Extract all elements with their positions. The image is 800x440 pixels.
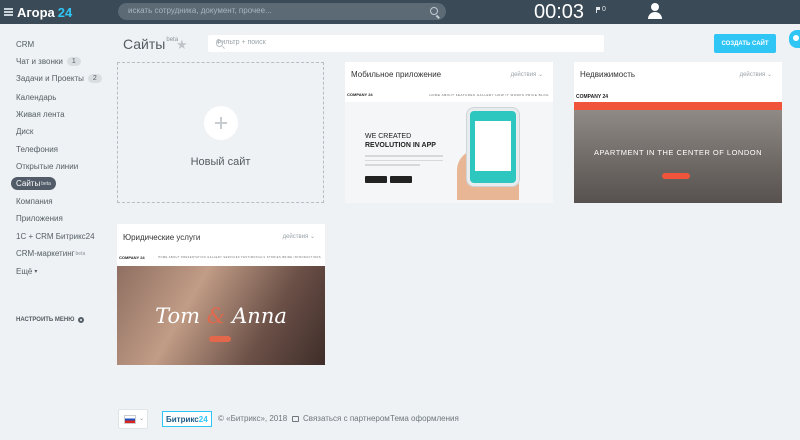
notification-count: 0 bbox=[602, 6, 606, 13]
beta-badge: beta bbox=[41, 180, 51, 187]
sidebar-item-more[interactable]: Ещё ▾ bbox=[16, 267, 37, 276]
site-card-title: Недвижимость bbox=[580, 70, 636, 79]
sidebar-item-open-lines[interactable]: Открытые линии bbox=[16, 162, 78, 171]
avatar-body bbox=[648, 12, 662, 19]
site-actions-dropdown[interactable]: действия bbox=[511, 71, 543, 78]
search-input[interactable]: искать сотрудника, документ, прочее... bbox=[118, 3, 446, 20]
sidebar-item-chat[interactable]: Чат и звонки 1 bbox=[16, 57, 81, 66]
sidebar-item-feed[interactable]: Живая лента bbox=[16, 110, 65, 119]
preview-logo: COMPANY 24 bbox=[347, 92, 373, 97]
beta-badge: beta bbox=[75, 250, 86, 257]
site-actions-dropdown[interactable]: действия bbox=[283, 233, 315, 240]
site-preview[interactable]: COMPANY 24 APARTMENT IN THE CENTER OF LO… bbox=[574, 88, 782, 203]
site-preview[interactable]: COMPANY 24 HOME ABOUT PRESENTATION GALLE… bbox=[117, 251, 325, 365]
chevron-down-icon: ▾ bbox=[34, 269, 38, 275]
sidebar-item-tasks[interactable]: Задачи и Проекты 2 bbox=[16, 74, 102, 83]
preview-hero-image: Tom & Anna bbox=[117, 266, 325, 365]
flag-icon bbox=[596, 6, 600, 13]
phone-image bbox=[467, 108, 519, 186]
preview-couple-names: Tom & Anna bbox=[155, 304, 287, 328]
menu-icon[interactable] bbox=[4, 8, 13, 16]
star-icon[interactable]: ★ bbox=[176, 37, 188, 53]
user-avatar-icon[interactable] bbox=[648, 3, 662, 19]
counter-badge: 1 bbox=[66, 57, 81, 66]
chat-icon bbox=[292, 415, 299, 422]
logo-number: 24 bbox=[57, 4, 73, 20]
search-icon[interactable] bbox=[216, 40, 223, 47]
preview-hero-image: APARTMENT IN THE CENTER OF LONDON bbox=[574, 110, 782, 203]
configure-menu-button[interactable]: НАСТРОИТЬ МЕНЮ bbox=[16, 317, 85, 323]
filter-search-input[interactable]: Фильтр + поиск bbox=[208, 35, 604, 52]
work-timer[interactable]: 00:03 bbox=[534, 1, 584, 24]
theme-link[interactable]: Тема оформления bbox=[390, 414, 459, 423]
site-card-realty[interactable]: Недвижимость действия COMPANY 24 APARTME… bbox=[574, 62, 782, 203]
sidebar-item-company[interactable]: Компания bbox=[16, 197, 53, 206]
site-card-title: Юридические услуги bbox=[123, 233, 201, 242]
preview-button bbox=[209, 336, 231, 342]
gear-icon bbox=[78, 317, 85, 323]
page-title: Сайты beta bbox=[123, 36, 179, 52]
chevron-down-icon: ⌄ bbox=[139, 416, 145, 422]
preview-nav bbox=[574, 102, 782, 110]
sidebar-item-crm-marketing[interactable]: CRM-маркетинг beta bbox=[16, 249, 85, 258]
copyright: © «Битрикс», 2018 bbox=[218, 414, 288, 423]
sidebar-item-apps[interactable]: Приложения bbox=[16, 214, 63, 223]
filter-placeholder: Фильтр + поиск bbox=[216, 39, 266, 46]
preview-menu: HOME ABOUT PRESENTATION GALLERY SERVICES… bbox=[158, 256, 321, 259]
bitrix24-logo[interactable]: Битрикс 24 bbox=[162, 411, 212, 427]
plus-icon bbox=[204, 106, 238, 140]
preview-menu: HOME ABOUT FEATURES GALLERY HOW IT WORKS… bbox=[429, 93, 549, 97]
preview-headline: APARTMENT IN THE CENTER OF LONDON bbox=[593, 148, 763, 157]
avatar-head bbox=[651, 3, 659, 11]
side-panel-toggle[interactable] bbox=[789, 30, 800, 48]
preview-logo: COMPANY 24 bbox=[576, 94, 609, 100]
preview-logo: COMPANY 24 bbox=[119, 255, 145, 260]
search-placeholder: искать сотрудника, документ, прочее... bbox=[128, 6, 272, 15]
notifications[interactable]: 0 bbox=[596, 6, 606, 13]
new-site-tile[interactable]: Новый сайт bbox=[117, 62, 324, 203]
site-preview[interactable]: COMPANY 24 HOME ABOUT FEATURES GALLERY H… bbox=[345, 88, 553, 203]
sidebar: CRM Чат и звонки 1 Задачи и Проекты 2 Кале… bbox=[0, 24, 110, 440]
language-selector[interactable]: ⌄ bbox=[118, 409, 148, 429]
create-site-button[interactable]: СОЗДАТЬ САЙТ bbox=[714, 34, 776, 53]
search-icon[interactable] bbox=[430, 7, 438, 15]
site-card-mobile-app[interactable]: Мобильное приложение действия COMPANY 24… bbox=[345, 62, 553, 203]
preview-text-lines bbox=[365, 155, 443, 169]
logo[interactable]: Агора 24 bbox=[4, 3, 72, 21]
preview-headline: WE CREATED REVOLUTION IN APP bbox=[365, 133, 436, 149]
sidebar-item-calendar[interactable]: Календарь bbox=[16, 93, 56, 102]
sidebar-item-sites[interactable]: Сайты beta bbox=[11, 177, 56, 190]
store-badges bbox=[365, 176, 412, 183]
counter-badge: 2 bbox=[87, 74, 102, 83]
logo-name: Агора bbox=[17, 4, 55, 20]
sidebar-item-crm[interactable]: CRM bbox=[16, 40, 34, 49]
site-card-legal[interactable]: Юридические услуги действия COMPANY 24 H… bbox=[117, 224, 325, 365]
site-actions-dropdown[interactable]: действия bbox=[740, 71, 772, 78]
contact-partner-link[interactable]: Связаться с партнером bbox=[292, 414, 390, 423]
new-site-label: Новый сайт bbox=[190, 156, 251, 168]
sidebar-item-telephony[interactable]: Телефония bbox=[16, 145, 58, 154]
sidebar-item-1c[interactable]: 1С + CRM Битрикс24 bbox=[16, 232, 95, 241]
russian-flag-icon bbox=[124, 415, 136, 424]
top-bar: Агора 24 искать сотрудника, документ, пр… bbox=[0, 0, 800, 24]
site-card-title: Мобильное приложение bbox=[351, 70, 442, 79]
sidebar-item-disk[interactable]: Диск bbox=[16, 127, 33, 136]
preview-button bbox=[662, 173, 690, 179]
